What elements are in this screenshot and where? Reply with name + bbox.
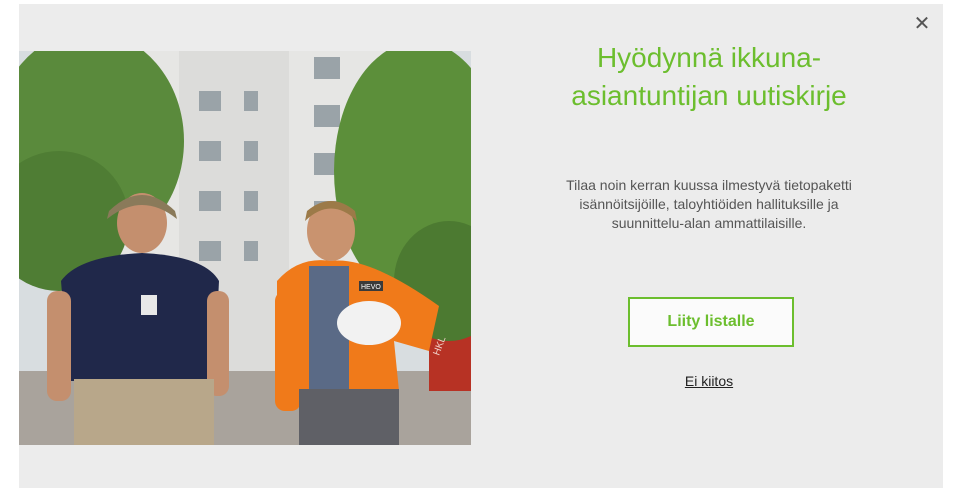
description-line-1: Tilaa noin kerran kuussa ilmestyvä tieto… xyxy=(566,177,852,193)
decline-link[interactable]: Ei kiitos xyxy=(509,373,909,389)
modal-description: Tilaa noin kerran kuussa ilmestyvä tieto… xyxy=(519,176,899,233)
modal-content: Hyödynnä ikkuna- asiantuntijan uutiskirj… xyxy=(509,4,909,488)
modal-title: Hyödynnä ikkuna- asiantuntijan uutiskirj… xyxy=(509,39,909,115)
vest-label: HEVO xyxy=(361,284,381,291)
newsletter-modal: ✕ HEVO HKL Hyödynnä ikkuna- asiantuntija… xyxy=(19,4,943,488)
description-line-2: isännöitsijöille, taloyhtiöiden hallituk… xyxy=(579,196,839,212)
hero-photo: HEVO HKL xyxy=(19,51,471,445)
title-line-2: asiantuntijan uutiskirje xyxy=(571,80,847,111)
description-line-3: suunnittelu-alan ammattilaisille. xyxy=(611,215,807,231)
title-line-1: Hyödynnä ikkuna- xyxy=(596,42,822,73)
close-icon[interactable]: ✕ xyxy=(911,12,933,34)
join-list-button[interactable]: Liity listalle xyxy=(628,297,794,347)
